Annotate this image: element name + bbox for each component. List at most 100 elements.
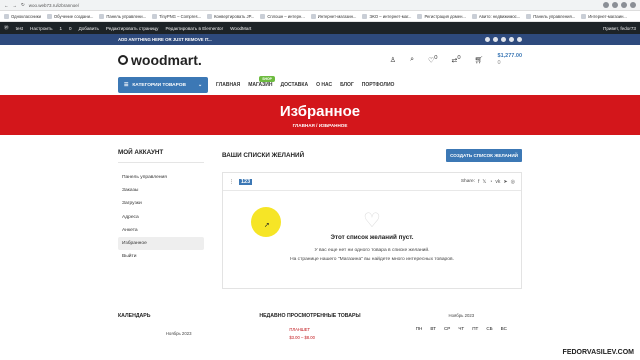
sidebar-item-account-details[interactable]: Анкета bbox=[118, 224, 204, 237]
bookmark-favicon-icon bbox=[4, 13, 9, 19]
logo-text: woodmart. bbox=[131, 52, 202, 68]
watermark: FEDORVASILEV.COM bbox=[562, 349, 634, 356]
address-bar[interactable]: woo.web73.ru/izbrannoe/ bbox=[29, 3, 79, 8]
bookmark-item[interactable]: ЭКО – интернет-маг... bbox=[362, 13, 411, 19]
admin-updates[interactable]: 1 bbox=[59, 26, 62, 31]
sidebar-item-addresses[interactable]: Адреса bbox=[118, 211, 204, 224]
bookmark-item[interactable]: Авито: недвижимос... bbox=[471, 13, 520, 19]
shop-badge: SHOP bbox=[259, 76, 275, 82]
bookmark-favicon-icon bbox=[46, 13, 52, 19]
bookmark-label: Одноклассники bbox=[11, 13, 41, 19]
bookmark-label: Панель управлени... bbox=[106, 13, 147, 19]
twitter-icon[interactable] bbox=[493, 37, 498, 42]
bookmark-item[interactable]: Одноклассники bbox=[4, 13, 41, 19]
nav-about[interactable]: О НАС bbox=[316, 82, 332, 88]
extension-icon[interactable] bbox=[603, 2, 609, 8]
wishlist-icon[interactable]: ♡0 bbox=[428, 55, 438, 64]
compare-icon[interactable]: ⇄0 bbox=[452, 55, 461, 64]
page-title-banner: Избранное ГЛАВНАЯ / ИЗБРАННОЕ bbox=[0, 95, 640, 135]
wordpress-icon[interactable]: Ⓦ bbox=[4, 25, 9, 31]
nav-blog[interactable]: БЛОГ bbox=[340, 82, 354, 88]
viber-share-icon[interactable]: ◎ bbox=[511, 179, 515, 185]
recent-product-name[interactable]: ПЛАНШЕТ bbox=[289, 327, 380, 332]
bookmark-label: Сплошн – интерн... bbox=[267, 13, 305, 19]
telegram-share-icon[interactable]: ➤ bbox=[503, 179, 507, 185]
cart-total[interactable]: $1,277.00 0 bbox=[498, 53, 522, 66]
admin-customize[interactable]: Настроить bbox=[30, 26, 52, 31]
nav-portfolio[interactable]: ПОРТФОЛИО bbox=[362, 82, 395, 88]
whatsapp-share-icon[interactable]: ◔ bbox=[489, 179, 492, 185]
account-icon[interactable]: ♙ bbox=[390, 56, 396, 64]
wishlist-main: ВАШИ СПИСКИ ЖЕЛАНИЙ СОЗДАТЬ СПИСОК ЖЕЛАН… bbox=[222, 149, 522, 289]
facebook-icon[interactable] bbox=[485, 37, 490, 42]
bookmark-item[interactable]: Регистрация домен... bbox=[417, 13, 466, 19]
admin-edit-elementor[interactable]: Редактировать в Elementor bbox=[165, 26, 223, 31]
share-group: Share: f 𝕏 ◔ vk ➤ ◎ bbox=[461, 179, 515, 185]
nav-home[interactable]: ГЛАВНАЯ bbox=[216, 82, 240, 88]
nav-delivery[interactable]: ДОСТАВКА bbox=[281, 82, 309, 88]
profile-icon[interactable] bbox=[630, 2, 636, 8]
search-icon[interactable]: ⌕ bbox=[410, 56, 414, 64]
nav-shop[interactable]: SHOP МАГАЗИН bbox=[248, 76, 275, 88]
weekday-label: СБ bbox=[486, 326, 493, 331]
main-nav: ☰ КАТЕГОРИИ ТОВАРОВ ⌄ ГЛАВНАЯ SHOP МАГАЗИН … bbox=[0, 75, 640, 95]
facebook-share-icon[interactable]: f bbox=[478, 179, 479, 185]
admin-greeting[interactable]: Привет, fedor73 bbox=[603, 26, 636, 31]
youtube-icon[interactable] bbox=[509, 37, 514, 42]
back-icon[interactable]: ← bbox=[4, 3, 9, 8]
admin-comments[interactable]: 0 bbox=[69, 26, 72, 31]
sidebar-item-logout[interactable]: Выйти bbox=[118, 250, 204, 263]
compare-count: 0 bbox=[457, 55, 461, 62]
calendar2-month: Ноябрь 2023 bbox=[448, 313, 475, 318]
vk-share-icon[interactable]: vk bbox=[495, 179, 500, 185]
wishlist-name[interactable]: 123 bbox=[239, 178, 253, 185]
extension-icon[interactable] bbox=[612, 2, 618, 8]
breadcrumb-home[interactable]: ГЛАВНАЯ bbox=[293, 123, 315, 128]
share-label: Share: bbox=[460, 179, 475, 184]
bookmark-item[interactable]: Обучение создани... bbox=[46, 13, 93, 19]
forward-icon[interactable]: → bbox=[13, 3, 18, 8]
bookmark-item[interactable]: Интернет-магазин... bbox=[581, 13, 627, 19]
weekday-label: СР bbox=[443, 326, 451, 331]
bookmark-favicon-icon bbox=[526, 13, 532, 19]
sidebar-item-orders[interactable]: Заказы bbox=[118, 184, 204, 197]
extension-icon[interactable] bbox=[621, 2, 627, 8]
bookmark-favicon-icon bbox=[207, 13, 213, 19]
admin-edit-page[interactable]: Редактировать страницу bbox=[106, 26, 159, 31]
footer-widgets: КАЛЕНДАРЬ Ноябрь 2023 НЕДАВНО ПРОСМОТРЕН… bbox=[0, 289, 640, 340]
bookmark-label: Панель управления... bbox=[533, 13, 576, 19]
sidebar-item-downloads[interactable]: Загрузки bbox=[118, 197, 204, 210]
weekday-label: ПН bbox=[415, 326, 423, 331]
sidebar-item-wishlist[interactable]: Избранное bbox=[118, 236, 204, 251]
instagram-icon[interactable] bbox=[501, 37, 506, 42]
bookmark-favicon-icon bbox=[471, 13, 477, 19]
bookmark-item[interactable]: Конвертировать JP... bbox=[207, 13, 254, 19]
twitter-share-icon[interactable]: 𝕏 bbox=[482, 179, 486, 185]
menu-icon: ☰ bbox=[124, 82, 129, 88]
bookmark-item[interactable]: Панель управлени... bbox=[99, 13, 147, 19]
sidebar-item-dashboard[interactable]: Панель управления bbox=[118, 171, 204, 184]
empty-line-2: На странице нашего "Магазина" вы найдете… bbox=[290, 256, 454, 262]
bookmark-item[interactable]: Сплошн – интерн... bbox=[260, 13, 305, 19]
admin-site-name[interactable]: test bbox=[16, 26, 23, 31]
recent-products-title: НЕДАВНО ПРОСМОТРЕННЫЕ ТОВАРЫ bbox=[259, 313, 361, 319]
bookmark-item[interactable]: Интернет-магазин... bbox=[310, 13, 356, 19]
categories-label: КАТЕГОРИИ ТОВАРОВ bbox=[132, 82, 186, 88]
wishlists-title: ВАШИ СПИСКИ ЖЕЛАНИЙ bbox=[222, 152, 305, 159]
cart-icon[interactable]: 🛒︎ bbox=[475, 56, 484, 64]
admin-woodmart[interactable]: WoodMart bbox=[230, 26, 251, 31]
promo-text: ADD ANYTHING HERE OR JUST REMOVE IT... bbox=[118, 37, 212, 42]
reload-icon[interactable]: ↻ bbox=[21, 2, 25, 8]
bookmark-item[interactable]: Панель управления... bbox=[526, 13, 576, 19]
calendar-month: Ноябрь 2023 bbox=[165, 331, 192, 336]
create-wishlist-button[interactable]: СОЗДАТЬ СПИСОК ЖЕЛАНИЙ bbox=[446, 149, 522, 162]
bookmark-item[interactable]: TinyPNG – Compres... bbox=[152, 13, 202, 19]
extensions bbox=[603, 2, 636, 8]
site-logo[interactable]: woodmart. bbox=[118, 52, 202, 68]
bookmark-label: TinyPNG – Compres... bbox=[159, 13, 202, 19]
weekday-label: ПТ bbox=[472, 326, 479, 331]
categories-button[interactable]: ☰ КАТЕГОРИИ ТОВАРОВ ⌄ bbox=[118, 77, 208, 93]
admin-new[interactable]: Добавить bbox=[79, 26, 99, 31]
more-options-icon[interactable]: ⋮ bbox=[229, 179, 234, 185]
pinterest-icon[interactable] bbox=[517, 37, 522, 42]
